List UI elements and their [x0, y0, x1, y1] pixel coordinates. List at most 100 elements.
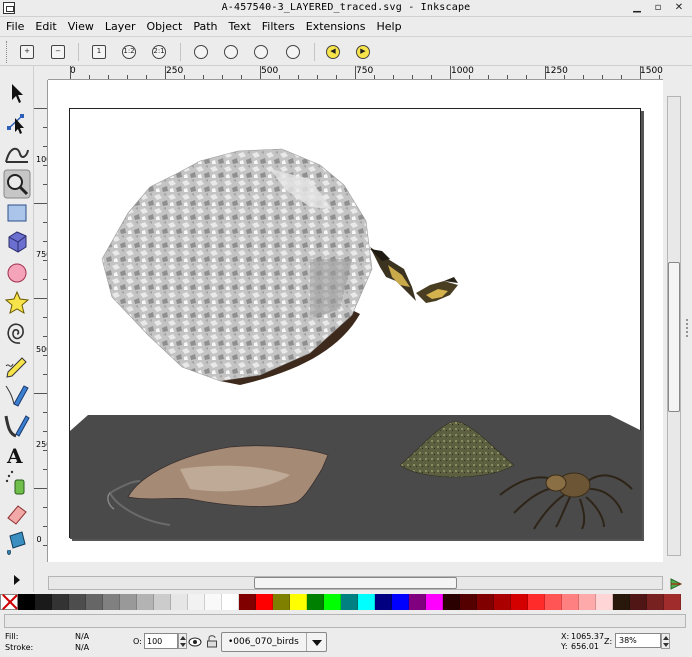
color-swatch[interactable] — [52, 594, 69, 610]
zoom-spinner[interactable] — [661, 633, 670, 649]
color-swatch[interactable] — [647, 594, 664, 610]
calligraphy-tool-icon[interactable] — [4, 415, 30, 438]
color-swatch[interactable] — [307, 594, 324, 610]
zoom-1-1-button[interactable]: 1 — [89, 42, 109, 62]
zoom-1-2-button[interactable]: 1:2 — [119, 42, 139, 62]
color-manage-icon[interactable] — [668, 576, 684, 592]
color-swatch[interactable] — [596, 594, 613, 610]
paint-bucket-icon[interactable] — [7, 531, 26, 555]
zoom-in-button[interactable]: + — [17, 42, 37, 62]
color-swatch[interactable] — [239, 594, 256, 610]
tweak-tool-icon[interactable] — [5, 147, 29, 163]
color-swatch[interactable] — [613, 594, 630, 610]
color-swatch[interactable] — [188, 594, 205, 610]
color-swatch[interactable] — [324, 594, 341, 610]
visibility-eye-icon[interactable] — [188, 636, 202, 648]
rectangle-tool-icon[interactable] — [7, 204, 27, 222]
zoom-selection-button[interactable] — [191, 42, 211, 62]
zoom-out-button[interactable]: − — [48, 42, 68, 62]
color-swatch[interactable] — [579, 594, 596, 610]
current-layer-select[interactable]: •006_070_birds — [221, 632, 327, 652]
menu-edit[interactable]: Edit — [35, 20, 56, 33]
opacity-spinner[interactable] — [178, 633, 187, 649]
zoom-page-button[interactable] — [251, 42, 271, 62]
color-swatch[interactable] — [205, 594, 222, 610]
color-swatch[interactable] — [545, 594, 562, 610]
close-icon[interactable]: ✕ — [674, 3, 684, 13]
zoom-drawing-button[interactable] — [221, 42, 241, 62]
fill-value[interactable]: N/A — [75, 632, 89, 641]
pencil-tool-icon[interactable] — [5, 357, 27, 378]
drawing-canvas[interactable] — [48, 80, 663, 562]
chevron-down-icon[interactable] — [306, 633, 326, 651]
node-tool-icon[interactable] — [7, 114, 24, 134]
color-swatch[interactable] — [528, 594, 545, 610]
color-swatch[interactable] — [477, 594, 494, 610]
menu-filters[interactable]: Filters — [262, 20, 295, 33]
scroll-thumb[interactable] — [668, 262, 680, 412]
color-swatch[interactable] — [35, 594, 52, 610]
zoom-page-width-button[interactable] — [283, 42, 303, 62]
text-tool-icon[interactable]: A — [6, 444, 23, 468]
horizontal-scrollbar[interactable] — [48, 574, 663, 592]
maximize-icon[interactable]: ▫ — [653, 3, 663, 13]
3d-box-icon[interactable] — [8, 231, 27, 253]
color-swatch[interactable] — [222, 594, 239, 610]
color-swatch[interactable] — [443, 594, 460, 610]
menu-path[interactable]: Path — [193, 20, 217, 33]
palette-scrollbar[interactable] — [4, 614, 686, 628]
zoom-input[interactable]: 38% — [615, 633, 661, 648]
color-swatch[interactable] — [494, 594, 511, 610]
horizontal-ruler[interactable]: 0 250 500 750 1000 1250 1500 — [48, 66, 663, 80]
color-swatch[interactable] — [256, 594, 273, 610]
minimize-icon[interactable]: ▁ — [632, 3, 642, 13]
color-swatch[interactable] — [120, 594, 137, 610]
color-swatch[interactable] — [18, 594, 35, 610]
color-swatch[interactable] — [511, 594, 528, 610]
color-swatch[interactable] — [154, 594, 171, 610]
pen-tool-icon[interactable] — [5, 385, 29, 407]
color-swatch[interactable] — [86, 594, 103, 610]
spiral-tool-icon[interactable] — [7, 323, 24, 344]
color-swatch[interactable] — [290, 594, 307, 610]
color-swatch[interactable] — [341, 594, 358, 610]
menu-extensions[interactable]: Extensions — [306, 20, 366, 33]
color-swatch[interactable] — [358, 594, 375, 610]
ellipse-tool-icon[interactable] — [7, 263, 27, 283]
menu-object[interactable]: Object — [147, 20, 183, 33]
spray-tool-icon[interactable] — [5, 470, 25, 495]
stroke-value[interactable]: N/A — [75, 643, 89, 652]
opacity-input[interactable]: 100 — [144, 633, 178, 649]
color-swatch[interactable] — [426, 594, 443, 610]
color-swatch[interactable] — [664, 594, 681, 610]
color-swatch[interactable] — [460, 594, 477, 610]
color-swatch[interactable] — [630, 594, 647, 610]
scroll-thumb[interactable] — [254, 577, 457, 589]
menu-view[interactable]: View — [68, 20, 94, 33]
color-swatch[interactable] — [69, 594, 86, 610]
color-swatch[interactable] — [171, 594, 188, 610]
no-paint-swatch[interactable] — [0, 594, 18, 610]
eraser-tool-icon[interactable] — [7, 505, 27, 525]
color-swatch[interactable] — [375, 594, 392, 610]
star-tool-icon[interactable] — [4, 290, 30, 315]
color-swatch[interactable] — [103, 594, 120, 610]
color-swatch[interactable] — [392, 594, 409, 610]
zoom-2-1-button[interactable]: 2:1 — [149, 42, 169, 62]
color-swatch[interactable] — [562, 594, 579, 610]
color-swatch[interactable] — [409, 594, 426, 610]
color-swatch[interactable] — [273, 594, 290, 610]
menu-layer[interactable]: Layer — [105, 20, 136, 33]
zoom-next-button[interactable]: ▶ — [353, 42, 373, 62]
panel-grip-icon[interactable] — [684, 300, 692, 400]
color-swatch[interactable] — [137, 594, 154, 610]
vertical-ruler[interactable]: 1000 750 500 250 0 — [34, 80, 48, 562]
toolbox-expand-icon[interactable] — [14, 575, 20, 585]
menu-text[interactable]: Text — [229, 20, 251, 33]
menu-file[interactable]: File — [6, 20, 24, 33]
menu-help[interactable]: Help — [376, 20, 401, 33]
selector-tool-icon[interactable] — [12, 84, 23, 103]
birds-object[interactable] — [370, 247, 458, 303]
toolbar-handle[interactable] — [6, 41, 9, 63]
lock-icon[interactable] — [206, 634, 218, 648]
